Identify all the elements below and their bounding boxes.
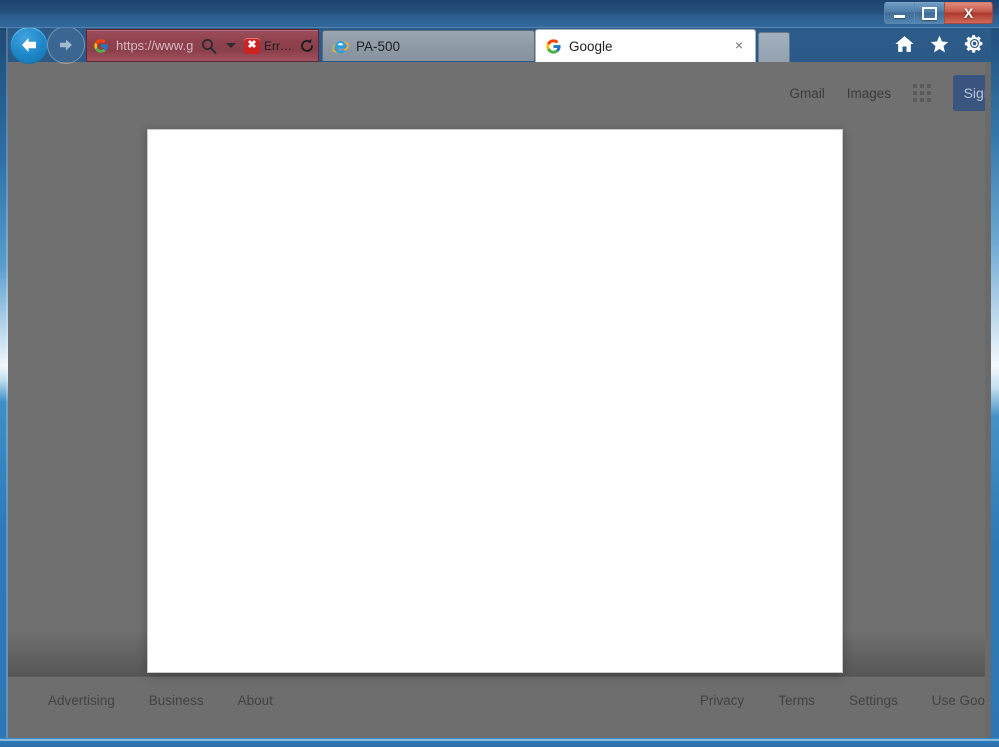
browser-toolbar: https://www.g ✖ Err… PA-500 Google × [0,26,999,64]
header-link-gmail[interactable]: Gmail [789,86,824,101]
window-frame-bottom-highlight [0,739,999,741]
back-arrow-icon [22,38,36,52]
minimize-button[interactable] [884,2,915,24]
tab-pa-500[interactable]: PA-500 [322,30,535,61]
refresh-button[interactable] [296,32,318,60]
red-error-shield-icon: ✖ [244,37,260,54]
address-dropdown-button[interactable] [220,32,242,60]
footer-link-privacy[interactable]: Privacy [700,693,744,708]
tab-google[interactable]: Google × [535,29,756,62]
forward-button[interactable] [47,26,85,64]
footer-link-use-google[interactable]: Use Goo [932,693,985,708]
browser-tool-icons [894,33,985,54]
apps-grid-icon[interactable] [913,84,931,102]
maximize-button[interactable] [914,2,945,24]
security-error-label: Err… [264,38,292,53]
header-link-images[interactable]: Images [847,86,891,101]
footer-link-business[interactable]: Business [149,693,204,708]
footer-link-advertising[interactable]: Advertising [48,693,115,708]
refresh-icon [301,38,313,52]
address-bar[interactable]: https://www.g ✖ Err… [86,29,319,62]
close-icon: X [963,5,974,21]
window-frame-left-highlight [6,28,8,747]
security-error-badge[interactable]: ✖ Err… [242,37,296,54]
minimize-icon [894,15,905,18]
tab-close-icon[interactable]: × [731,38,747,54]
search-icon[interactable] [198,32,220,60]
footer-link-settings[interactable]: Settings [849,693,898,708]
chevron-down-icon [226,43,236,48]
internet-explorer-icon [331,37,349,55]
maximize-icon [922,6,937,20]
back-button[interactable] [10,26,48,64]
page-viewport: Gmail Images Sign in Advertising Busines… [8,62,991,738]
new-tab-button[interactable] [758,32,790,62]
address-bar-url[interactable]: https://www.g [116,38,198,53]
settings-gear-icon[interactable] [964,33,985,54]
browser-window: X https://www.g ✖ Err… PA-500 Google × G… [0,0,999,747]
home-icon[interactable] [894,34,915,54]
footer-link-about[interactable]: About [238,693,273,708]
favorites-star-icon[interactable] [929,34,950,54]
window-titlebar: X [0,0,999,28]
window-controls: X [884,2,993,24]
tab-label: Google [569,38,613,54]
footer-links-left: Advertising Business About [48,693,273,708]
window-frame-right [991,28,999,747]
footer-link-terms[interactable]: Terms [778,693,815,708]
tab-label: PA-500 [356,38,401,54]
close-button[interactable]: X [944,2,993,24]
google-header: Gmail Images Sign in [8,62,991,124]
forward-arrow-icon [60,39,72,51]
google-g-icon [92,37,110,55]
blank-white-dialog[interactable] [147,129,843,673]
google-g-icon [544,37,562,55]
google-footer: Advertising Business About Privacy Terms… [8,630,991,738]
footer-links-right: Privacy Terms Settings Use Goo [700,693,985,708]
